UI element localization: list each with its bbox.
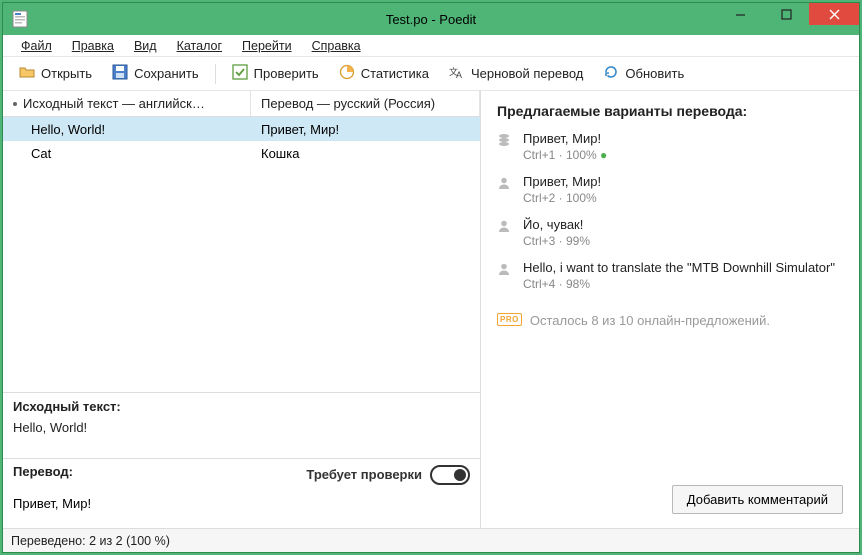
- suggestion-item[interactable]: Йо, чувак! Ctrl+3 · 99%: [497, 217, 843, 248]
- window-controls: [717, 3, 859, 35]
- translate-icon: 文A: [449, 64, 465, 83]
- suggestion-text: Привет, Мир!: [523, 131, 843, 146]
- cell-source: Hello, World!: [3, 122, 251, 137]
- menu-help[interactable]: Справка: [304, 37, 369, 55]
- maximize-button[interactable]: [763, 3, 809, 25]
- suggestion-item[interactable]: Привет, Мир! Ctrl+1 · 100% ●: [497, 131, 843, 162]
- svg-text:A: A: [456, 70, 462, 80]
- needs-work-group: Требует проверки: [306, 465, 470, 485]
- cell-source: Cat: [3, 146, 251, 161]
- suggestion-meta: Ctrl+1 · 100% ●: [523, 148, 843, 162]
- stats-button[interactable]: Статистика: [331, 60, 437, 87]
- pretranslate-button[interactable]: 文A Черновой перевод: [441, 60, 591, 87]
- cell-target: Привет, Мир!: [251, 122, 480, 137]
- save-button[interactable]: Сохранить: [104, 60, 207, 87]
- user-icon: [497, 217, 513, 248]
- check-box-icon: [232, 64, 248, 83]
- user-icon: [497, 174, 513, 205]
- check-icon: ●: [600, 148, 607, 162]
- pro-badge: PRO: [497, 313, 522, 326]
- table-row[interactable]: Hello, World!Привет, Мир!: [3, 117, 480, 141]
- table-body[interactable]: Hello, World!Привет, Мир!CatКошка: [3, 117, 480, 392]
- suggestion-meta: Ctrl+2 · 100%: [523, 191, 843, 205]
- table-header: Исходный текст — английск… Перевод — рус…: [3, 91, 480, 117]
- suggestion-item[interactable]: Hello, i want to translate the "MTB Down…: [497, 260, 843, 291]
- needs-work-label: Требует проверки: [306, 467, 422, 482]
- update-button[interactable]: Обновить: [595, 60, 692, 87]
- table-row[interactable]: CatКошка: [3, 141, 480, 165]
- menu-catalog[interactable]: Каталог: [169, 37, 230, 55]
- pie-chart-icon: [339, 64, 355, 83]
- close-button[interactable]: [809, 3, 859, 25]
- suggestion-meta: Ctrl+3 · 99%: [523, 234, 843, 248]
- menu-file[interactable]: Файл: [13, 37, 60, 55]
- suggestions-pane: Предлагаемые варианты перевода: Привет, …: [481, 91, 859, 528]
- source-text: Hello, World!: [13, 420, 470, 448]
- suggestion-text: Йо, чувак!: [523, 217, 843, 232]
- suggestions-title: Предлагаемые варианты перевода:: [497, 103, 843, 119]
- add-comment-button[interactable]: Добавить комментарий: [672, 485, 843, 514]
- toolbar: Открыть Сохранить Проверить Статистика 文…: [3, 57, 859, 91]
- menu-go[interactable]: Перейти: [234, 37, 300, 55]
- refresh-icon: [603, 64, 619, 83]
- app-window: Test.po - Poedit Файл Правка Вид Каталог…: [2, 2, 860, 553]
- source-label: Исходный текст:: [13, 399, 470, 414]
- suggestion-meta: Ctrl+4 · 98%: [523, 277, 843, 291]
- main-area: Исходный текст — английск… Перевод — рус…: [3, 91, 859, 528]
- suggestion-item[interactable]: Привет, Мир! Ctrl+2 · 100%: [497, 174, 843, 205]
- column-source[interactable]: Исходный текст — английск…: [3, 91, 251, 116]
- separator: [215, 64, 216, 84]
- menu-bar: Файл Правка Вид Каталог Перейти Справка: [3, 35, 859, 57]
- app-icon: [11, 10, 29, 28]
- translation-label: Перевод:: [13, 464, 73, 479]
- left-pane: Исходный текст — английск… Перевод — рус…: [3, 91, 481, 528]
- source-pane: Исходный текст: Hello, World!: [3, 392, 480, 458]
- validate-button[interactable]: Проверить: [224, 60, 327, 87]
- title-bar[interactable]: Test.po - Poedit: [3, 3, 859, 35]
- database-icon: [497, 131, 513, 162]
- menu-view[interactable]: Вид: [126, 37, 165, 55]
- translation-header: Перевод: Требует проверки: [3, 458, 480, 490]
- open-button[interactable]: Открыть: [11, 60, 100, 87]
- suggestion-text: Привет, Мир!: [523, 174, 843, 189]
- floppy-icon: [112, 64, 128, 83]
- suggestion-text: Hello, i want to translate the "MTB Down…: [523, 260, 843, 275]
- folder-open-icon: [19, 64, 35, 83]
- user-icon: [497, 260, 513, 291]
- needs-work-toggle[interactable]: [430, 465, 470, 485]
- column-target[interactable]: Перевод — русский (Россия): [251, 91, 480, 116]
- cell-target: Кошка: [251, 146, 480, 161]
- remaining-suggestions: PRO Осталось 8 из 10 онлайн-предложений.: [497, 313, 843, 328]
- status-bar: Переведено: 2 из 2 (100 %): [3, 528, 859, 552]
- menu-edit[interactable]: Правка: [64, 37, 122, 55]
- status-text: Переведено: 2 из 2 (100 %): [11, 534, 170, 548]
- translation-input[interactable]: Привет, Мир!: [3, 490, 480, 528]
- minimize-button[interactable]: [717, 3, 763, 25]
